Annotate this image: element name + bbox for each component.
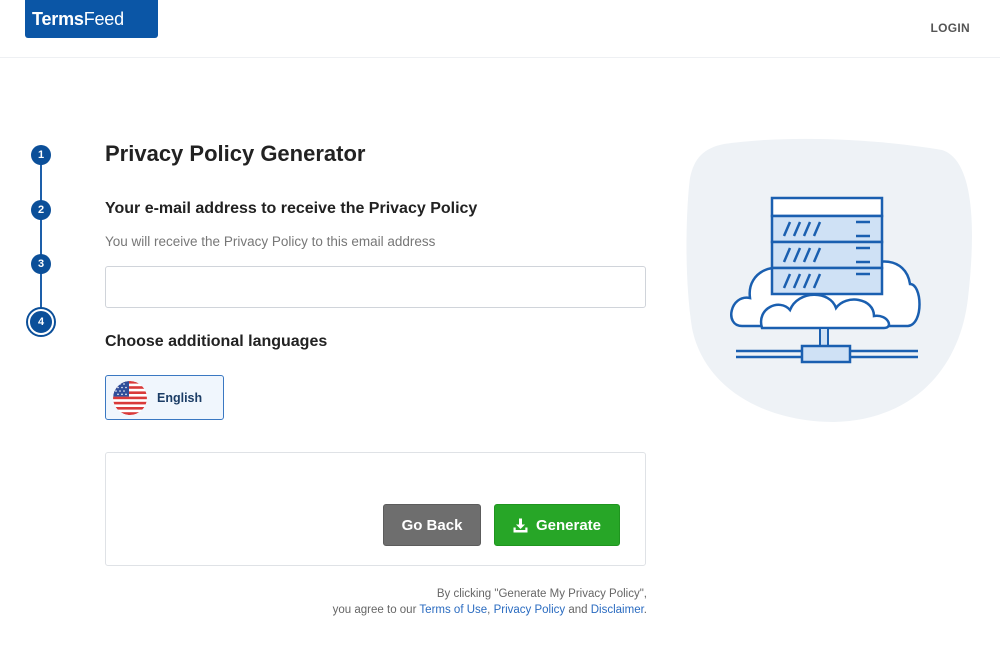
email-helper-text: You will receive the Privacy Policy to t… xyxy=(105,234,436,249)
us-flag-icon xyxy=(113,380,147,415)
form-main: Privacy Policy Generator Your e-mail add… xyxy=(105,140,647,616)
login-link[interactable]: LOGIN xyxy=(931,21,971,35)
step-3[interactable]: 3 xyxy=(31,254,51,274)
legal-period: . xyxy=(643,604,647,616)
download-icon xyxy=(513,518,528,533)
stepper-line xyxy=(40,153,42,321)
step-1[interactable]: 1 xyxy=(31,145,51,165)
legal-notice: By clicking "Generate My Privacy Policy"… xyxy=(106,586,647,618)
terms-of-use-link[interactable]: Terms of Use xyxy=(419,604,487,616)
top-header: Terms Feed LOGIN xyxy=(0,0,1000,58)
legal-line-1: By clicking "Generate My Privacy Policy"… xyxy=(436,588,647,600)
legal-sep: , xyxy=(487,604,491,616)
go-back-button[interactable]: Go Back xyxy=(383,504,481,546)
progress-stepper: 1 2 3 4 xyxy=(28,143,54,335)
generate-label: Generate xyxy=(535,516,602,534)
disclaimer-link[interactable]: Disclaimer xyxy=(591,604,644,616)
language-label: English xyxy=(157,390,203,405)
languages-section-title: Choose additional languages xyxy=(105,333,328,350)
step-2[interactable]: 2 xyxy=(31,200,51,220)
legal-prefix: you agree to our xyxy=(332,604,417,616)
legal-and: and xyxy=(568,604,588,616)
logo-text-light: Feed xyxy=(83,8,124,29)
action-panel: Go Back Generate xyxy=(105,452,646,566)
language-option-english[interactable]: English xyxy=(105,375,224,420)
step-4-current: 4 xyxy=(28,309,54,335)
email-field[interactable] xyxy=(105,266,646,308)
termsfeed-logo[interactable]: Terms Feed xyxy=(25,0,158,38)
logo-text-bold: Terms xyxy=(32,8,84,29)
cloud-server-illustration xyxy=(684,138,972,424)
email-section-title: Your e-mail address to receive the Priva… xyxy=(105,200,478,217)
generate-button[interactable]: Generate xyxy=(494,504,620,546)
page-title: Privacy Policy Generator xyxy=(105,141,366,166)
privacy-policy-link[interactable]: Privacy Policy xyxy=(494,604,566,616)
legal-line-2: you agree to our Terms of Use, Privacy P… xyxy=(106,602,647,618)
